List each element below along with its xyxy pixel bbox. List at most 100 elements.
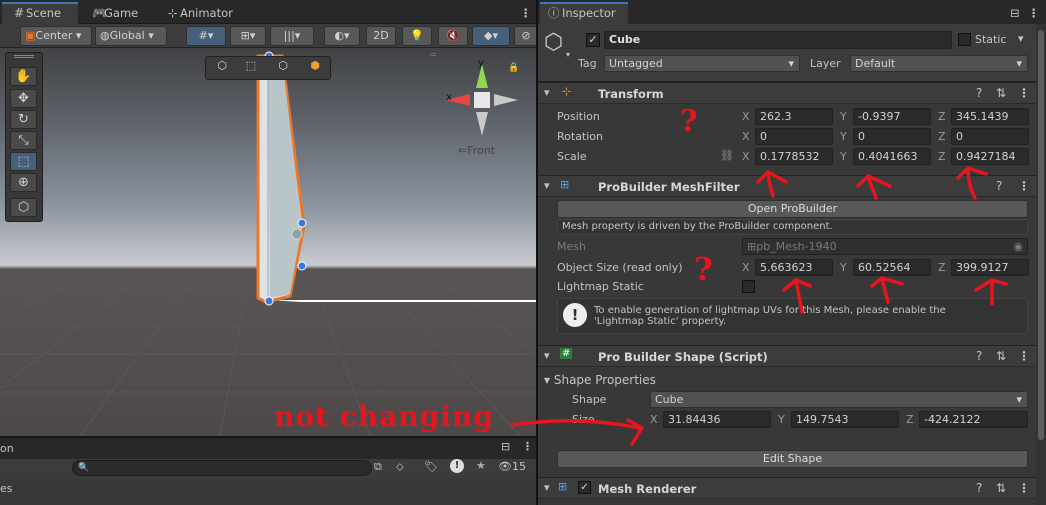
pivot-label: Center bbox=[35, 29, 73, 42]
static-dropdown-icon[interactable]: ▾ bbox=[1018, 32, 1024, 45]
rect-tool-icon[interactable]: ⬚ bbox=[10, 152, 37, 171]
active-checkbox[interactable]: ✓ bbox=[586, 33, 600, 47]
rotation-z-field[interactable]: 0 bbox=[951, 128, 1029, 145]
rotate-tool-icon[interactable]: ↻ bbox=[10, 110, 37, 129]
overlay-menu-icon[interactable]: ═ bbox=[430, 50, 436, 61]
axis-y: Y bbox=[840, 110, 847, 123]
object-name-field[interactable]: Cube bbox=[604, 31, 952, 49]
pivot-dropdown[interactable]: ▣Center ▾ bbox=[20, 26, 92, 46]
mesh-renderer-header[interactable]: ▾ ⊞ ✓ Mesh Renderer ? ⇅ ⋮ bbox=[538, 477, 1046, 499]
effects-toggle[interactable]: ◆▾ bbox=[472, 26, 510, 46]
snap-toggle[interactable]: #▾ bbox=[186, 26, 226, 46]
face-mode-icon[interactable]: ⬢ bbox=[302, 59, 328, 77]
info-toggle-icon[interactable]: ! bbox=[450, 459, 464, 473]
custom-tool-icon[interactable]: ⬡ bbox=[10, 198, 37, 217]
foldout-arrow-icon[interactable]: ▾ bbox=[544, 179, 550, 192]
inspector-scrollbar-thumb[interactable] bbox=[1038, 30, 1044, 440]
presets-icon[interactable]: ⇅ bbox=[996, 349, 1006, 363]
inspector-tab-label[interactable]: Inspector bbox=[556, 2, 622, 24]
bottom-tab-label[interactable]: on bbox=[0, 442, 14, 455]
icon-dropdown-icon[interactable]: ▾ bbox=[566, 50, 570, 59]
component-menu-icon[interactable]: ⋮ bbox=[1018, 86, 1030, 100]
help-icon[interactable]: ? bbox=[996, 179, 1002, 193]
rotation-x-field[interactable]: 0 bbox=[755, 128, 833, 145]
increment-snap[interactable]: |||▾ bbox=[270, 26, 314, 46]
scale-tool-icon[interactable]: ⤡ bbox=[10, 131, 37, 150]
transform-icon: ⊹ bbox=[562, 85, 572, 98]
foldout-arrow-icon[interactable]: ▾ bbox=[544, 86, 550, 99]
position-x-field[interactable]: 262.3 bbox=[755, 108, 833, 125]
scale-y-field[interactable]: 0.4041663 bbox=[853, 148, 931, 165]
axis-x: X bbox=[742, 110, 750, 123]
hidden-toggle[interactable]: ⊘ bbox=[514, 26, 538, 46]
scale-x-field[interactable]: 0.1778532 bbox=[755, 148, 833, 165]
tag-dropdown[interactable]: Untagged ▾ bbox=[604, 55, 800, 72]
edit-shape-button[interactable]: Edit Shape bbox=[557, 450, 1028, 468]
presets-icon[interactable]: ⇅ bbox=[996, 481, 1006, 495]
mesh-label: Mesh bbox=[557, 240, 586, 253]
transform-header[interactable]: ▾ ⊹ Transform ? ⇅ ⋮ bbox=[538, 82, 1046, 104]
size-x-field[interactable]: 31.84436 bbox=[663, 411, 771, 428]
mode-2d-button[interactable]: 2D bbox=[366, 26, 396, 46]
lock-icon[interactable]: 🔒 bbox=[508, 63, 519, 73]
constrain-proportions-icon[interactable]: ⛓ bbox=[720, 149, 734, 162]
hand-tool-icon[interactable]: ✋ bbox=[10, 67, 37, 86]
audio-toggle[interactable]: 🔇 bbox=[438, 26, 468, 46]
position-z-field[interactable]: 345.1439 bbox=[951, 108, 1029, 125]
component-menu-icon[interactable]: ⋮ bbox=[1018, 179, 1030, 193]
gizmo-view-label: ⇐Front bbox=[458, 144, 496, 157]
tools-drag-handle[interactable] bbox=[14, 55, 34, 58]
lighting-toggle[interactable]: 💡 bbox=[402, 26, 432, 46]
panel-more-icon[interactable]: ⋮ bbox=[522, 440, 533, 453]
lightmap-static-checkbox[interactable] bbox=[742, 280, 755, 293]
shape-dropdown[interactable]: Cube ▾ bbox=[650, 391, 1028, 408]
help-icon[interactable]: ? bbox=[976, 481, 982, 495]
favorite-icon[interactable]: ★ bbox=[476, 459, 486, 472]
help-icon[interactable]: ? bbox=[976, 349, 982, 363]
label-filter-icon[interactable]: 🏷 bbox=[424, 460, 438, 473]
size-z-field[interactable]: -424.2122 bbox=[919, 411, 1028, 428]
meshfilter-header[interactable]: ▾ ⊞ ProBuilder MeshFilter ? ⋮ bbox=[538, 175, 1046, 197]
layer-dropdown[interactable]: Default ▾ bbox=[850, 55, 1028, 72]
shape-header[interactable]: ▾ # Pro Builder Shape (Script) ? ⇅ ⋮ bbox=[538, 345, 1046, 367]
gizmo-axis-x: x bbox=[446, 92, 452, 103]
edge-mode-icon[interactable]: ⬡ bbox=[270, 59, 296, 77]
shading-mode-dropdown[interactable]: ◐▾ bbox=[324, 26, 360, 46]
vertex-mode-icon[interactable]: ⬚ bbox=[238, 59, 264, 77]
bottom-list-row[interactable]: es bbox=[0, 482, 13, 495]
transform-tool-icon[interactable]: ⊕ bbox=[10, 173, 37, 192]
rotation-y-field[interactable]: 0 bbox=[853, 128, 931, 145]
grid-toggle[interactable]: ⊞▾ bbox=[230, 26, 266, 46]
object-mode-icon[interactable]: ⬡ bbox=[209, 59, 235, 77]
foldout-arrow-icon[interactable]: ▾ bbox=[544, 481, 550, 494]
component-menu-icon[interactable]: ⋮ bbox=[1018, 481, 1030, 495]
scale-label: Scale bbox=[557, 150, 587, 163]
object-size-z-field: 399.9127 bbox=[951, 259, 1029, 276]
component-menu-icon[interactable]: ⋮ bbox=[1018, 349, 1030, 363]
scale-z-field[interactable]: 0.9427184 bbox=[951, 148, 1029, 165]
mesh-renderer-enabled-checkbox[interactable]: ✓ bbox=[578, 481, 591, 494]
inspector-more-icon[interactable]: ⋮ bbox=[1022, 2, 1046, 24]
static-checkbox[interactable] bbox=[958, 33, 971, 46]
position-y-field[interactable]: -0.9397 bbox=[853, 108, 931, 125]
axis-z: Z bbox=[906, 413, 914, 426]
game-tab-label[interactable]: Game bbox=[98, 2, 144, 24]
foldout-arrow-icon[interactable]: ▾ bbox=[544, 349, 550, 362]
move-tool-icon[interactable]: ✥ bbox=[10, 89, 37, 108]
open-probuilder-button[interactable]: Open ProBuilder bbox=[557, 200, 1028, 218]
save-search-icon[interactable]: ⧉ bbox=[374, 460, 382, 474]
space-dropdown[interactable]: ◍Global ▾ bbox=[95, 26, 167, 46]
size-y-field[interactable]: 149.7543 bbox=[791, 411, 899, 428]
layer-label: Layer bbox=[810, 57, 841, 70]
mesh-renderer-icon: ⊞ bbox=[558, 480, 568, 493]
help-icon[interactable]: ? bbox=[976, 86, 982, 100]
hidden-count[interactable]: 👁15 bbox=[498, 460, 526, 473]
type-filter-icon[interactable]: ⬦ bbox=[396, 460, 404, 474]
animator-tab-label[interactable]: Animator bbox=[174, 2, 239, 24]
scene-tab-label[interactable]: Scene bbox=[20, 2, 67, 24]
shape-properties-foldout[interactable]: ▾ Shape Properties bbox=[544, 373, 656, 387]
panel-lock-icon[interactable]: ⊟ bbox=[501, 440, 510, 453]
scene-more-icon[interactable]: ⋮ bbox=[514, 2, 538, 24]
search-input[interactable]: 🔍 bbox=[72, 460, 372, 476]
presets-icon[interactable]: ⇅ bbox=[996, 86, 1006, 100]
